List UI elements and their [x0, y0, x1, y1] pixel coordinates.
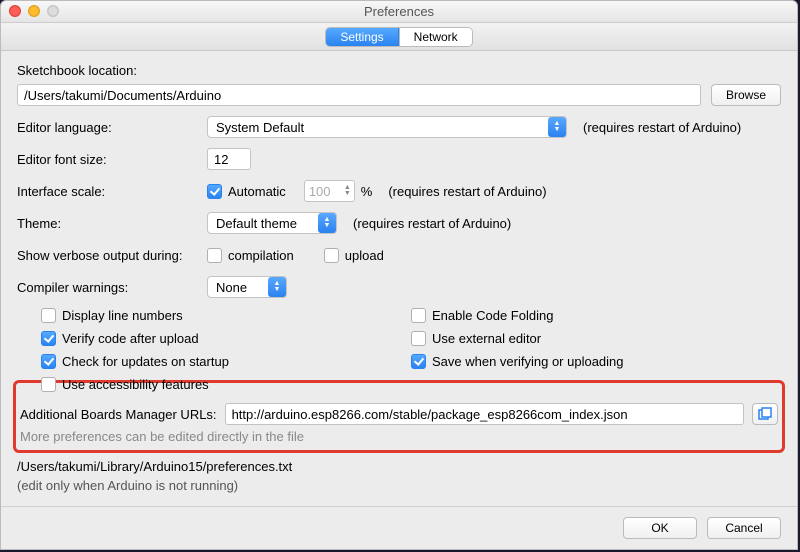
edit-note: (edit only when Arduino is not running) [17, 478, 781, 493]
verbose-upload-label: upload [345, 248, 384, 263]
option-label: Save when verifying or uploading [432, 354, 624, 369]
interface-scale-note: (requires restart of Arduino) [388, 184, 546, 199]
window-title: Preferences [364, 4, 434, 19]
checkbox-row: Enable Code Folding [411, 308, 781, 323]
checkbox-row: Verify code after upload [41, 331, 411, 346]
maximize-icon [47, 5, 59, 17]
more-prefs-line: More preferences can be edited directly … [20, 429, 778, 444]
theme-label: Theme: [17, 216, 207, 231]
tab-network[interactable]: Network [399, 28, 472, 46]
prefs-path: /Users/takumi/Library/Arduino15/preferen… [17, 459, 781, 474]
cancel-button[interactable]: Cancel [707, 517, 781, 539]
theme-note: (requires restart of Arduino) [353, 216, 511, 231]
checkbox-row: Check for updates on startup [41, 354, 411, 369]
interface-scale-label: Interface scale: [17, 184, 207, 199]
window-icon [758, 407, 772, 421]
verbose-upload-checkbox[interactable] [324, 248, 339, 263]
ok-button[interactable]: OK [623, 517, 697, 539]
browse-button[interactable]: Browse [711, 84, 781, 106]
option-label: Verify code after upload [62, 331, 199, 346]
editor-language-note: (requires restart of Arduino) [583, 120, 741, 135]
minimize-icon[interactable] [28, 5, 40, 17]
boards-url-input[interactable] [225, 403, 744, 425]
sketchbook-path-input[interactable] [17, 84, 701, 106]
chevron-icon: ▲▼ [548, 117, 566, 137]
option-label: Display line numbers [62, 308, 183, 323]
option-checkbox[interactable] [411, 308, 426, 323]
stepper-icon: ▲▼ [341, 185, 354, 197]
checkbox-row: Save when verifying or uploading [411, 354, 781, 369]
compiler-warnings-select[interactable]: None ▲▼ [207, 276, 287, 298]
preferences-window: Preferences Settings Network Sketchbook … [0, 0, 798, 550]
tab-bar: Settings Network [1, 23, 797, 51]
font-size-input[interactable] [207, 148, 251, 170]
interface-scale-auto-label: Automatic [228, 184, 286, 199]
option-label: Use external editor [432, 331, 541, 346]
theme-select[interactable]: Default theme ▲▼ [207, 212, 337, 234]
verbose-compilation-checkbox[interactable] [207, 248, 222, 263]
checkbox-row: Use accessibility features [41, 377, 411, 392]
tab-settings[interactable]: Settings [326, 28, 398, 46]
editor-language-label: Editor language: [17, 120, 207, 135]
option-checkbox[interactable] [411, 354, 426, 369]
sketchbook-label: Sketchbook location: [17, 63, 781, 78]
option-label: Use accessibility features [62, 377, 209, 392]
close-icon[interactable] [9, 5, 21, 17]
titlebar: Preferences [1, 1, 797, 23]
option-checkbox[interactable] [41, 354, 56, 369]
checkbox-row: Display line numbers [41, 308, 411, 323]
option-checkbox[interactable] [41, 308, 56, 323]
compiler-warnings-label: Compiler warnings: [17, 280, 207, 295]
traffic-lights [9, 5, 59, 17]
checkbox-row: Use external editor [411, 331, 781, 346]
editor-language-select[interactable]: System Default ▲▼ [207, 116, 567, 138]
interface-scale-stepper[interactable]: ▲▼ [304, 180, 355, 202]
dialog-footer: OK Cancel [1, 506, 797, 549]
option-checkbox[interactable] [411, 331, 426, 346]
option-checkbox[interactable] [41, 331, 56, 346]
option-label: Check for updates on startup [62, 354, 229, 369]
boards-url-expand-button[interactable] [752, 403, 778, 425]
verbose-label: Show verbose output during: [17, 248, 207, 263]
verbose-compilation-label: compilation [228, 248, 294, 263]
boards-url-label: Additional Boards Manager URLs: [20, 407, 217, 422]
font-size-label: Editor font size: [17, 152, 207, 167]
option-label: Enable Code Folding [432, 308, 553, 323]
chevron-icon: ▲▼ [268, 277, 286, 297]
interface-scale-auto-checkbox[interactable] [207, 184, 222, 199]
chevron-icon: ▲▼ [318, 213, 336, 233]
option-checkbox[interactable] [41, 377, 56, 392]
